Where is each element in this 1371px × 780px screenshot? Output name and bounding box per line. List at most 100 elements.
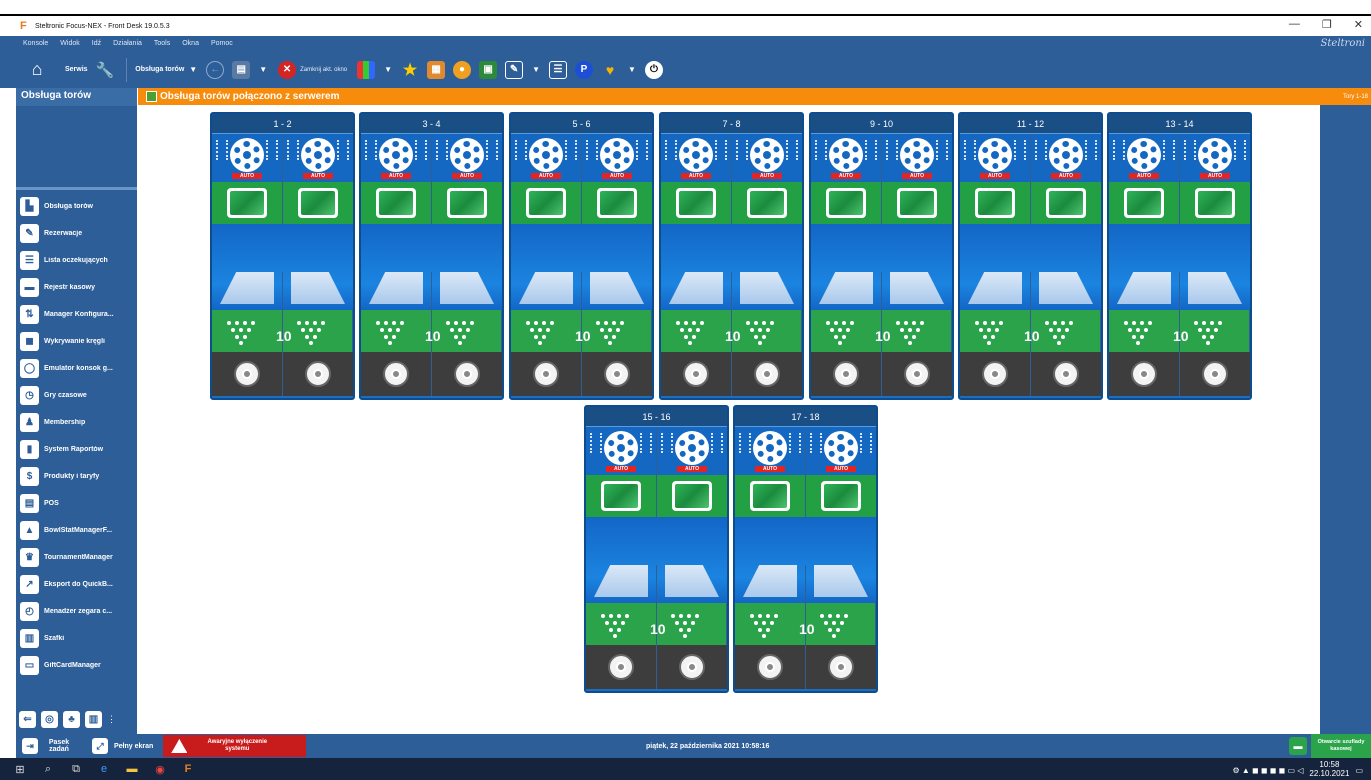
menu-pomoc[interactable]: Pomoc xyxy=(211,40,233,47)
menu-idz[interactable]: Idź xyxy=(92,40,101,47)
sidebar-item[interactable]: ▬ Rejestr kasowy xyxy=(16,274,137,301)
lane-cell[interactable] xyxy=(432,272,502,310)
sidebar-item[interactable]: ☰ Lista oczekujących xyxy=(16,247,137,274)
power-icon[interactable]: ⏻ xyxy=(644,60,663,79)
lane-pair-card[interactable]: 3 - 4 AUTO AUTO 10 xyxy=(359,112,504,400)
pinsetter-cell[interactable] xyxy=(586,603,657,645)
pinsetter-cell[interactable] xyxy=(1031,310,1101,352)
monitor-cell[interactable] xyxy=(212,182,283,224)
file-explorer-icon[interactable]: ▬ xyxy=(124,762,140,776)
auto-mode-cell[interactable]: AUTO xyxy=(811,134,882,182)
monitor-cell[interactable] xyxy=(432,182,502,224)
restore-icon[interactable]: ❐ xyxy=(1322,18,1332,31)
sidebar-item[interactable]: ▭ GiftCardManager xyxy=(16,652,137,679)
search-globe-icon[interactable]: ◎ xyxy=(41,711,58,728)
fullscreen-button[interactable]: Pełny ekran xyxy=(114,743,153,750)
lane-cell[interactable] xyxy=(1109,272,1180,310)
auto-mode-cell[interactable]: AUTO xyxy=(283,134,353,182)
close-icon[interactable]: ✕ xyxy=(1354,18,1363,31)
lane-cell[interactable] xyxy=(657,565,727,603)
more-icon[interactable]: ⋮ xyxy=(107,714,116,725)
monitor-cell[interactable] xyxy=(811,182,882,224)
sidebar-item[interactable]: ▤ POS xyxy=(16,490,137,517)
controller-cell[interactable] xyxy=(657,645,727,689)
controller-cell[interactable] xyxy=(806,645,876,689)
cash-drawer-icon[interactable]: ▬ xyxy=(1289,737,1307,755)
pinsetter-cell[interactable] xyxy=(657,603,727,645)
monitor-cell[interactable] xyxy=(586,475,657,517)
notifications-icon[interactable]: ▭ xyxy=(1355,766,1363,775)
monitor-cell[interactable] xyxy=(1180,182,1250,224)
monitor-cell[interactable] xyxy=(882,182,952,224)
controller-cell[interactable] xyxy=(735,645,806,689)
sidebar-item[interactable]: ↗ Eksport do QuickB... xyxy=(16,571,137,598)
medal-icon[interactable]: ♥ xyxy=(601,61,619,79)
controller-cell[interactable] xyxy=(511,352,582,396)
list-icon[interactable]: ☰ xyxy=(548,60,567,79)
monitor-cell[interactable] xyxy=(361,182,432,224)
pinsetter-cell[interactable] xyxy=(283,310,353,352)
sidebar-item[interactable]: ♛ TournamentManager xyxy=(16,544,137,571)
fullscreen-icon[interactable]: ⤢ xyxy=(92,738,108,754)
sidebar-item[interactable]: ▲ BowlStatManagerF... xyxy=(16,517,137,544)
menu-okna[interactable]: Okna xyxy=(182,40,199,47)
pinsetter-cell[interactable] xyxy=(882,310,952,352)
edit-icon[interactable]: ✎ xyxy=(505,60,524,79)
lane-pair-card[interactable]: 17 - 18 AUTO AUTO 10 xyxy=(733,405,878,693)
lane-pair-card[interactable]: 15 - 16 AUTO AUTO 10 xyxy=(584,405,729,693)
auto-mode-cell[interactable]: AUTO xyxy=(582,134,652,182)
sidebar-item[interactable]: ◴ Menadżer zegara c... xyxy=(16,598,137,625)
monitor-cell[interactable] xyxy=(1031,182,1101,224)
auto-mode-cell[interactable]: AUTO xyxy=(1180,134,1250,182)
focus-nex-icon[interactable]: F xyxy=(180,762,196,776)
menu-tools[interactable]: Tools xyxy=(154,40,170,47)
controller-cell[interactable] xyxy=(732,352,802,396)
chevron-down-icon[interactable]: ▼ xyxy=(189,65,197,74)
auto-mode-cell[interactable]: AUTO xyxy=(732,134,802,182)
lane-pair-card[interactable]: 5 - 6 AUTO AUTO 10 xyxy=(509,112,654,400)
monitor-cell[interactable] xyxy=(732,182,802,224)
monitor-cell[interactable] xyxy=(806,475,876,517)
sign-icon[interactable]: ⇐ xyxy=(19,711,36,728)
auto-mode-cell[interactable]: AUTO xyxy=(1031,134,1101,182)
controller-cell[interactable] xyxy=(1180,352,1250,396)
auto-mode-cell[interactable]: AUTO xyxy=(511,134,582,182)
controller-cell[interactable] xyxy=(212,352,283,396)
sidebar-item[interactable]: ◼ Wykrywanie kręgli xyxy=(16,328,137,355)
book-icon[interactable]: ▥ xyxy=(85,711,102,728)
pinsetter-cell[interactable] xyxy=(960,310,1031,352)
pinsetter-cell[interactable] xyxy=(511,310,582,352)
chevron-down-icon[interactable]: ▼ xyxy=(532,65,540,74)
sidebar-item[interactable]: ▥ Szafki xyxy=(16,625,137,652)
controller-cell[interactable] xyxy=(811,352,882,396)
sidebar-item[interactable]: ◷ Gry czasowe xyxy=(16,382,137,409)
sidebar-item[interactable]: $ Produkty i taryfy xyxy=(16,463,137,490)
pinsetter-cell[interactable] xyxy=(811,310,882,352)
monitor-cell[interactable] xyxy=(283,182,353,224)
pinsetter-cell[interactable] xyxy=(432,310,502,352)
pos-terminal-icon[interactable]: ▣ xyxy=(479,60,498,79)
paint-icon[interactable]: ● xyxy=(453,60,472,79)
close-window-icon[interactable]: ✕ xyxy=(278,60,297,79)
chevron-down-icon[interactable]: ▼ xyxy=(628,65,636,74)
monitor-cell[interactable] xyxy=(1109,182,1180,224)
chrome-icon[interactable]: ◉ xyxy=(152,762,168,776)
pinsetter-cell[interactable] xyxy=(1180,310,1250,352)
sidebar-item[interactable]: ▮ System Raportów xyxy=(16,436,137,463)
emergency-shutdown-button[interactable]: Awaryjne wyłączenie systemu xyxy=(163,735,307,757)
parking-icon[interactable]: P xyxy=(574,60,593,79)
controller-cell[interactable] xyxy=(1031,352,1101,396)
menu-dzialania[interactable]: Działania xyxy=(113,40,142,47)
lane-pair-card[interactable]: 7 - 8 AUTO AUTO 10 xyxy=(659,112,804,400)
sidebar-item[interactable]: ♟ Membership xyxy=(16,409,137,436)
sidebar-item[interactable]: ◯ Emulator konsok g... xyxy=(16,355,137,382)
tray-clock[interactable]: 10:58 22.10.2021 xyxy=(1309,761,1349,779)
sidebar-item[interactable]: ⇅ Manager Konfigura... xyxy=(16,301,137,328)
monitor-cell[interactable] xyxy=(960,182,1031,224)
lane-cell[interactable] xyxy=(283,272,353,310)
back-icon[interactable]: ← xyxy=(206,60,225,79)
cash-drawer-button[interactable]: Otwarcie szuflady kasowej xyxy=(1311,734,1371,758)
close-window-button[interactable]: Zamknij akt. okno xyxy=(300,67,347,73)
auto-mode-cell[interactable]: AUTO xyxy=(661,134,732,182)
monitor-cell[interactable] xyxy=(582,182,652,224)
